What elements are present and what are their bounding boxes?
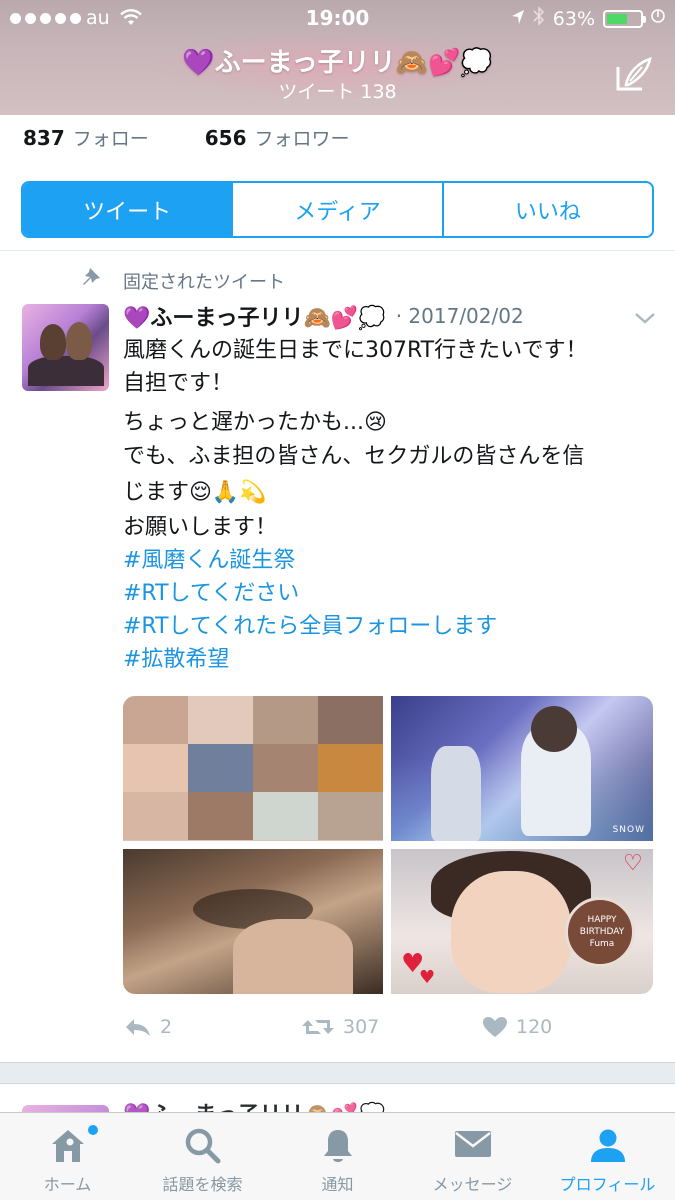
tab-messages[interactable]: メッセージ: [405, 1113, 540, 1200]
tab-label: プロフィール: [559, 1175, 656, 1194]
divider: [0, 250, 675, 251]
tweet-line: 自担です！: [123, 371, 234, 396]
followers-link[interactable]: 656 フォロワー: [205, 124, 350, 151]
notification-dot: [88, 1125, 98, 1135]
tab-search[interactable]: 話題を検索: [135, 1113, 270, 1200]
avatar[interactable]: [22, 304, 109, 391]
retweet-count: 307: [343, 1016, 380, 1038]
reply-icon: [126, 1019, 150, 1036]
tweet-media-grid: SNOW HAPPY BIRTHDAY Fuma ♥ ♥ ♡: [123, 696, 653, 994]
tweet-line: 風磨くんの誕生日までに307RT行きたいです！: [123, 338, 588, 363]
heart-icon: [483, 1017, 507, 1037]
tweet-actions: 2 307 120: [124, 1016, 584, 1044]
media-photo-collage[interactable]: [123, 696, 383, 841]
retweet-button[interactable]: 307: [301, 1016, 379, 1038]
tab-home[interactable]: ホーム: [0, 1113, 135, 1200]
battery-percent: 63%: [552, 7, 595, 30]
like-count: 120: [516, 1016, 553, 1038]
snow-watermark: SNOW: [612, 825, 645, 835]
tab-profile[interactable]: プロフィール: [540, 1113, 675, 1200]
compose-tweet-button[interactable]: [612, 55, 656, 95]
bluetooth-icon: [533, 6, 545, 31]
tab-media[interactable]: メディア: [231, 183, 441, 236]
followers-label: フォロワー: [254, 128, 350, 150]
reply-count: 2: [160, 1016, 173, 1038]
tweet-author-name: 💜ふーまっ子リリ🙈💕💭: [123, 1097, 386, 1113]
tweet-date[interactable]: · 2017/02/02: [396, 304, 524, 328]
tweet-text: 風磨くんの誕生日までに307RT行きたいです！ 自担です！ ちょっと遅かったかも…: [123, 334, 663, 676]
pinned-tweet-label: 固定されたツイート: [123, 272, 285, 293]
following-label: フォロー: [72, 128, 149, 150]
bottom-tab-bar: ホーム 話題を検索 通知 メッセージ プロフィール: [0, 1112, 675, 1200]
bell-icon: [321, 1127, 355, 1169]
header-tweet-count: ツイート 138: [278, 81, 397, 103]
chevron-down-icon[interactable]: [634, 310, 656, 329]
media-photo-closeup[interactable]: [123, 849, 383, 994]
charging-icon: [651, 7, 665, 30]
profile-icon: [588, 1127, 628, 1169]
cake-text: HAPPY BIRTHDAY Fuma: [579, 915, 625, 949]
next-tweet-peek[interactable]: 💜ふーまっ子リリ🙈💕💭: [0, 1085, 675, 1113]
tweet-separator: [0, 1062, 675, 1084]
tweet-line: お願いします！: [123, 515, 278, 540]
hashtag-link[interactable]: #拡散希望: [123, 643, 663, 676]
battery-icon: [603, 9, 646, 28]
pin-icon: [80, 266, 104, 292]
tab-likes[interactable]: いいね: [441, 183, 652, 236]
followers-count: 656: [204, 126, 247, 150]
tweet-author-name[interactable]: 💜ふーまっ子リリ🙈💕💭: [123, 300, 386, 332]
status-bar: au 19:00 63%: [0, 0, 675, 36]
tweet-line: じます😌🙏💫: [123, 480, 267, 505]
follow-counts: 837 フォロー 656 フォロワー: [23, 124, 350, 151]
tab-tweets[interactable]: ツイート: [23, 183, 232, 236]
retweet-icon: [302, 1020, 334, 1034]
profile-tabs: ツイート メディア いいね: [21, 181, 654, 238]
like-button[interactable]: 120: [482, 1016, 552, 1038]
hashtag-link[interactable]: #RTしてくれたら全員フォローします: [123, 610, 663, 643]
search-icon: [184, 1127, 222, 1169]
media-photo-birthday[interactable]: HAPPY BIRTHDAY Fuma ♥ ♥ ♡: [391, 849, 653, 994]
header-display-name: 💜ふーまっ子リリ🙈💕💭: [182, 48, 493, 78]
heart-outline-icon: ♡: [623, 851, 643, 876]
heart-sticker-icon: ♥: [419, 967, 436, 988]
tab-label: メッセージ: [432, 1175, 513, 1194]
reply-button[interactable]: 2: [124, 1016, 172, 1038]
tab-notifications[interactable]: 通知: [270, 1113, 405, 1200]
birthday-cake: HAPPY BIRTHDAY Fuma: [565, 897, 635, 967]
location-arrow-icon: [511, 8, 525, 30]
tweet-line: でも、ふま担の皆さん、セクガルの皆さんを信: [123, 444, 585, 469]
profile-header: au 19:00 63% 💜ふーまっ子リリ🙈💕💭 ツイート 138: [0, 0, 675, 115]
following-count: 837: [23, 126, 65, 150]
tab-label: 通知: [321, 1175, 354, 1194]
envelope-icon: [453, 1127, 493, 1165]
following-link[interactable]: 837 フォロー: [23, 124, 149, 151]
hashtag-link[interactable]: #RTしてください: [123, 577, 663, 610]
hashtag-link[interactable]: #風磨くん誕生祭: [123, 544, 663, 577]
compose-icon: [616, 57, 652, 91]
tweet-line: ちょっと遅かったかも...😢: [123, 410, 387, 435]
tab-label: 話題を検索: [162, 1175, 243, 1194]
tab-label: ホーム: [43, 1175, 92, 1194]
home-icon: [48, 1127, 88, 1169]
tweet-header: 💜ふーまっ子リリ🙈💕💭 · 2017/02/02: [123, 300, 524, 332]
media-photo-stage[interactable]: SNOW: [391, 696, 653, 841]
